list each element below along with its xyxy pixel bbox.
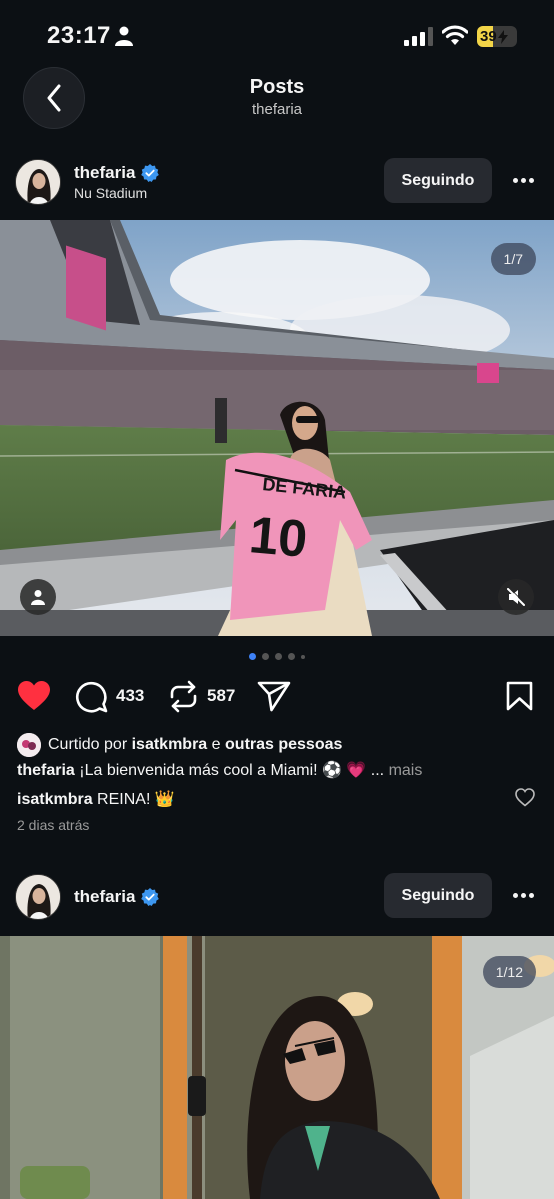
image-counter: 1/12	[482, 956, 536, 988]
page-title: Posts	[249, 76, 305, 98]
page-subtitle: thefaria	[251, 101, 303, 118]
person-icon	[31, 590, 45, 605]
comment-like-heart-icon[interactable]	[515, 788, 535, 807]
mute-button[interactable]	[498, 579, 534, 615]
caption-username[interactable]: thefaria	[17, 762, 75, 779]
send-icon	[257, 681, 291, 712]
share-button[interactable]	[257, 676, 291, 716]
caption-more-link[interactable]: mais	[389, 762, 423, 779]
wifi-icon	[442, 25, 468, 45]
charging-bolt-icon	[497, 29, 508, 44]
caption-text: ¡La bienvenida más cool a Miami! ⚽️ 💗 ..…	[79, 762, 385, 779]
person-icon	[115, 26, 133, 46]
like-button[interactable]	[17, 676, 51, 716]
verified-badge-icon	[141, 888, 160, 906]
comment-count: 433	[116, 686, 145, 705]
repost-count: 587	[207, 686, 236, 705]
speaker-muted-icon	[507, 588, 525, 606]
more-options-icon[interactable]	[508, 883, 538, 907]
tagged-people-button[interactable]	[20, 579, 56, 615]
comment-username[interactable]: isatkmbra	[17, 791, 93, 808]
status-bar: 23:17 39	[0, 0, 554, 66]
post-username[interactable]: thefaria	[74, 163, 160, 183]
post-location[interactable]: Nu Stadium	[74, 185, 147, 201]
post-actions: 433 587	[0, 676, 554, 716]
clock: 23:17	[47, 22, 111, 49]
repost-button[interactable]: 587	[168, 676, 235, 716]
post-timestamp: 2 dias atrás	[17, 817, 90, 833]
liked-by[interactable]: Curtido por isatkmbra e outras pessoas	[17, 733, 342, 757]
liker-avatar	[17, 733, 41, 757]
verified-badge-icon	[141, 164, 160, 182]
username-text: thefaria	[74, 887, 136, 906]
post-image[interactable]: DE FARIA 10 1/7	[0, 220, 554, 636]
jersey-number-text: 10	[247, 506, 310, 569]
signal-icon	[404, 27, 433, 46]
stadium-photo: DE FARIA 10	[0, 220, 554, 636]
top-navigation: Posts thefaria	[0, 66, 554, 136]
window-photo	[0, 936, 554, 1199]
more-options-icon[interactable]	[508, 168, 538, 192]
battery-indicator: 39	[477, 26, 517, 47]
heart-filled-icon	[18, 681, 50, 710]
post-header: thefaria Nu Stadium Seguindo	[0, 152, 554, 212]
comment-button[interactable]: 433	[75, 676, 144, 716]
username-text: thefaria	[74, 163, 136, 182]
comment-text: REINA! 👑	[97, 791, 175, 808]
save-button[interactable]	[506, 676, 533, 716]
comment-bubble-icon	[75, 681, 108, 712]
image-counter: 1/7	[490, 243, 536, 275]
post-header: thefaria Seguindo	[0, 867, 554, 927]
liked-by-prefix: Curtido por	[48, 736, 128, 753]
avatar[interactable]	[15, 874, 61, 920]
carousel-indicator	[0, 653, 554, 660]
post-username[interactable]: thefaria	[74, 887, 160, 907]
following-button[interactable]: Seguindo	[384, 873, 492, 918]
post-caption: thefaria ¡La bienvenida más cool a Miami…	[17, 760, 422, 780]
avatar[interactable]	[15, 159, 61, 205]
comment-preview[interactable]: isatkmbra REINA! 👑	[17, 789, 175, 809]
liked-by-others[interactable]: outras pessoas	[225, 736, 342, 753]
liked-by-conj: e	[211, 736, 221, 753]
post-image[interactable]: 1/12	[0, 936, 554, 1199]
liked-by-user[interactable]: isatkmbra	[132, 736, 208, 753]
following-button[interactable]: Seguindo	[384, 158, 492, 203]
repost-icon	[170, 680, 197, 712]
bookmark-icon	[506, 681, 533, 711]
battery-level: 39	[480, 28, 497, 45]
